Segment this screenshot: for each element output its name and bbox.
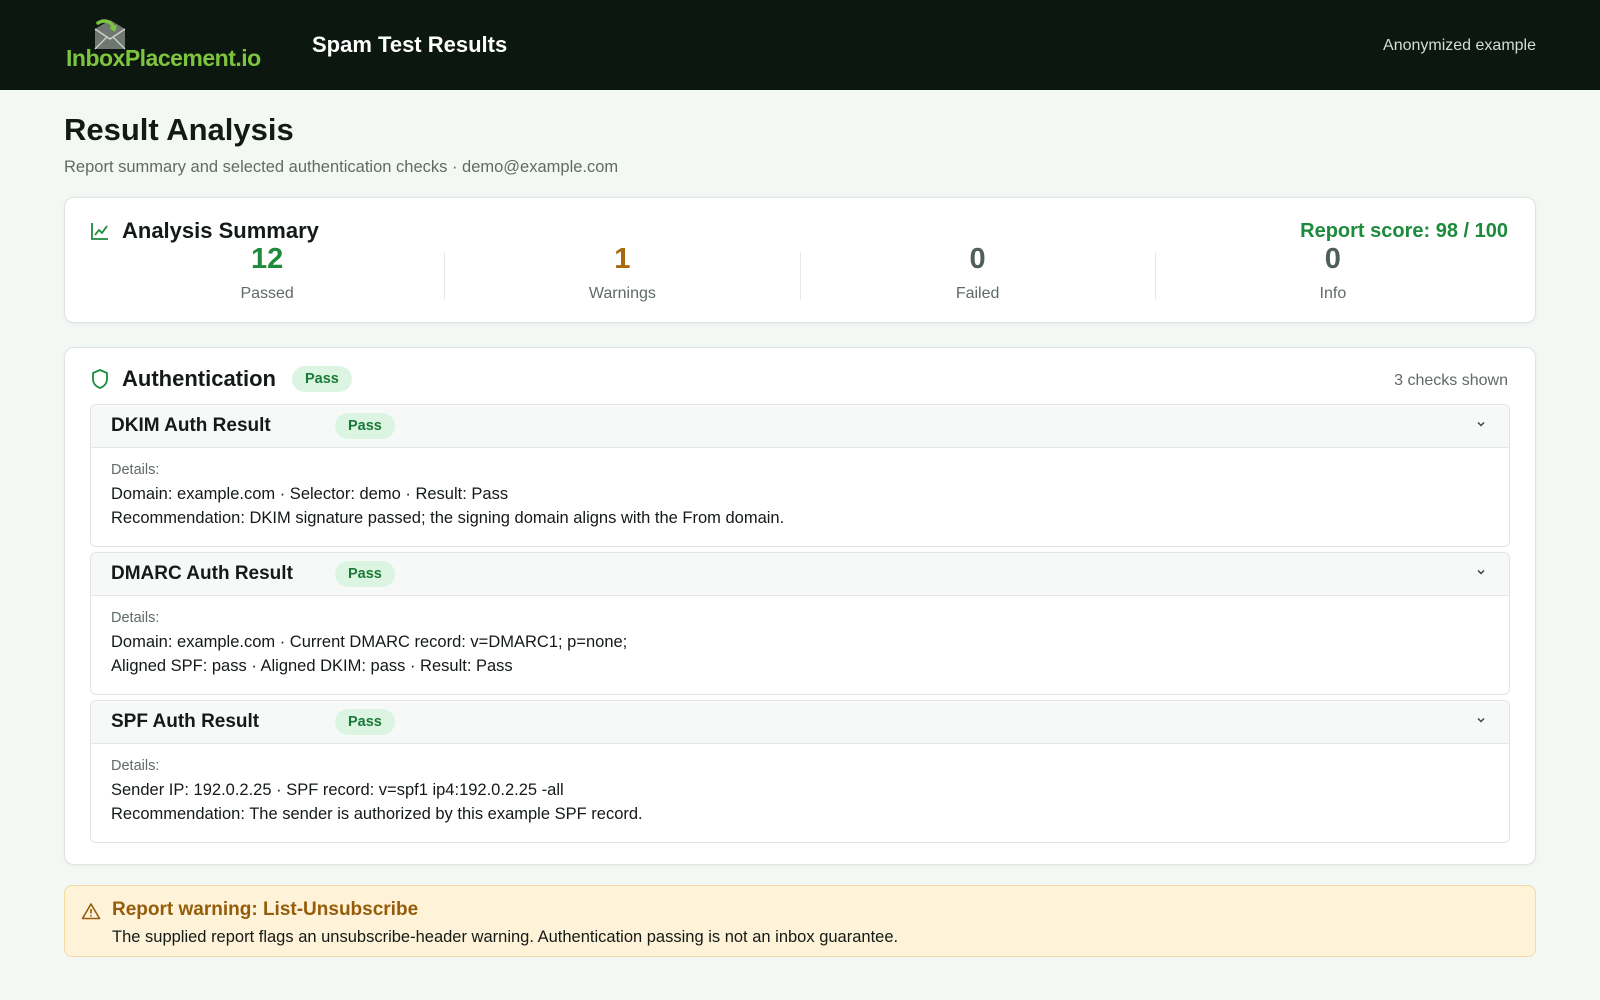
stat-label: Warnings — [588, 285, 656, 302]
detail-line: Recommendation: The sender is authorized… — [111, 805, 643, 823]
check-status-badge: Pass — [335, 709, 395, 735]
page-subtitle: Report summary and selected authenticati… — [64, 158, 619, 176]
summary-header: Analysis Summary — [90, 218, 319, 244]
logo[interactable]: InboxPlacement.io — [66, 15, 266, 75]
chevron-down-icon[interactable] — [1475, 418, 1487, 430]
check-dkim: DKIM Auth Result Pass Details: Domain: e… — [90, 404, 1510, 547]
stat-value: 0 — [1324, 243, 1341, 275]
stat-label: Passed — [240, 285, 294, 302]
details-label: Details: — [111, 758, 160, 774]
stat-label: Failed — [955, 285, 1000, 302]
check-header-dmarc[interactable]: DMARC Auth Result Pass — [91, 553, 1509, 596]
chevron-down-icon[interactable] — [1475, 714, 1487, 726]
detail-line: Domain: example.com · Current DMARC reco… — [111, 633, 628, 651]
stat-failed: 0 Failed — [801, 243, 1156, 302]
details-label: Details: — [111, 462, 160, 478]
check-body: Details: Domain: example.com · Selector:… — [91, 448, 1509, 528]
detail-line: Sender IP: 192.0.2.25 · SPF record: v=sp… — [111, 781, 564, 799]
chevron-down-icon[interactable] — [1475, 566, 1487, 578]
check-status-badge: Pass — [335, 413, 395, 439]
stat-value: 12 — [250, 243, 284, 275]
logo-text: InboxPlacement.io — [66, 45, 261, 71]
check-header-dkim[interactable]: DKIM Auth Result Pass — [91, 405, 1509, 448]
check-body: Details: Domain: example.com · Current D… — [91, 596, 1509, 676]
authentication-title: Authentication — [122, 366, 276, 391]
stat-info: 0 Info — [1156, 243, 1510, 302]
check-header-spf[interactable]: SPF Auth Result Pass — [91, 701, 1509, 744]
stat-value: 0 — [969, 243, 986, 275]
warning-title: Report warning: List-Unsubscribe — [112, 899, 419, 920]
page-title: Result Analysis — [64, 112, 294, 147]
summary-stats: 12 Passed 1 Warnings 0 Failed 0 Info — [90, 243, 1510, 302]
detail-line: Aligned SPF: pass · Aligned DKIM: pass ·… — [111, 657, 513, 675]
analysis-summary-card: Analysis Summary Report score: 98 / 100 … — [64, 197, 1536, 323]
page-heading: Result Analysis Report summary and selec… — [0, 90, 1600, 177]
stat-label: Info — [1319, 285, 1347, 302]
check-name: DMARC Auth Result — [111, 563, 293, 584]
check-spf: SPF Auth Result Pass Details: Sender IP:… — [90, 700, 1510, 843]
stat-warnings: 1 Warnings — [445, 243, 801, 302]
details-label: Details: — [111, 610, 160, 626]
checks-count: 3 checks shown — [1394, 372, 1508, 389]
app-title: Spam Test Results — [312, 32, 508, 57]
stat-passed: 12 Passed — [90, 243, 446, 302]
authentication-card: Authentication Pass 3 checks shown DKIM … — [64, 347, 1536, 865]
summary-title: Analysis Summary — [122, 218, 319, 243]
warning-triangle-icon — [81, 903, 101, 920]
detail-line: Recommendation: DKIM signature passed; t… — [111, 509, 785, 527]
authentication-status-badge: Pass — [292, 366, 352, 392]
top-bar: InboxPlacement.io Spam Test Results Anon… — [0, 0, 1600, 90]
chart-line-icon — [91, 223, 108, 240]
check-body: Details: Sender IP: 192.0.2.25 · SPF rec… — [91, 744, 1509, 824]
check-name: SPF Auth Result — [111, 711, 260, 732]
detail-line: Domain: example.com · Selector: demo · R… — [111, 485, 509, 503]
shield-icon — [92, 369, 108, 389]
check-name: DKIM Auth Result — [111, 415, 271, 436]
check-dmarc: DMARC Auth Result Pass Details: Domain: … — [90, 552, 1510, 695]
authentication-header: Authentication Pass — [90, 366, 352, 392]
stat-value: 1 — [614, 243, 631, 275]
report-warning-banner: Report warning: List-Unsubscribe The sup… — [64, 885, 1536, 957]
anonymized-label: Anonymized example — [1383, 37, 1536, 54]
check-status-badge: Pass — [335, 561, 395, 587]
report-score: Report score: 98 / 100 — [1300, 220, 1508, 242]
warning-text: The supplied report flags an unsubscribe… — [112, 928, 899, 946]
